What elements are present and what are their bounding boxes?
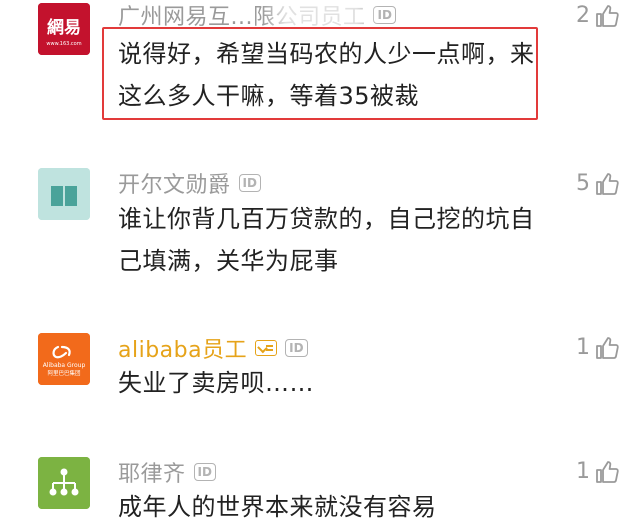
comment-item: 耶律齐 ID 成年人的世界本来就没有容易 1 <box>0 0 641 529</box>
commenter-name-row: 耶律齐 ID <box>118 457 216 487</box>
commenter-name[interactable]: 耶律齐 <box>118 456 186 488</box>
like-button[interactable]: 1 <box>576 459 619 484</box>
id-badge: ID <box>193 463 216 481</box>
thumbs-up-icon <box>596 460 619 483</box>
avatar[interactable] <box>38 457 90 509</box>
like-count: 1 <box>576 459 590 484</box>
comment-text: 成年人的世界本来就没有容易 <box>118 493 437 521</box>
hierarchy-icon <box>38 457 90 509</box>
